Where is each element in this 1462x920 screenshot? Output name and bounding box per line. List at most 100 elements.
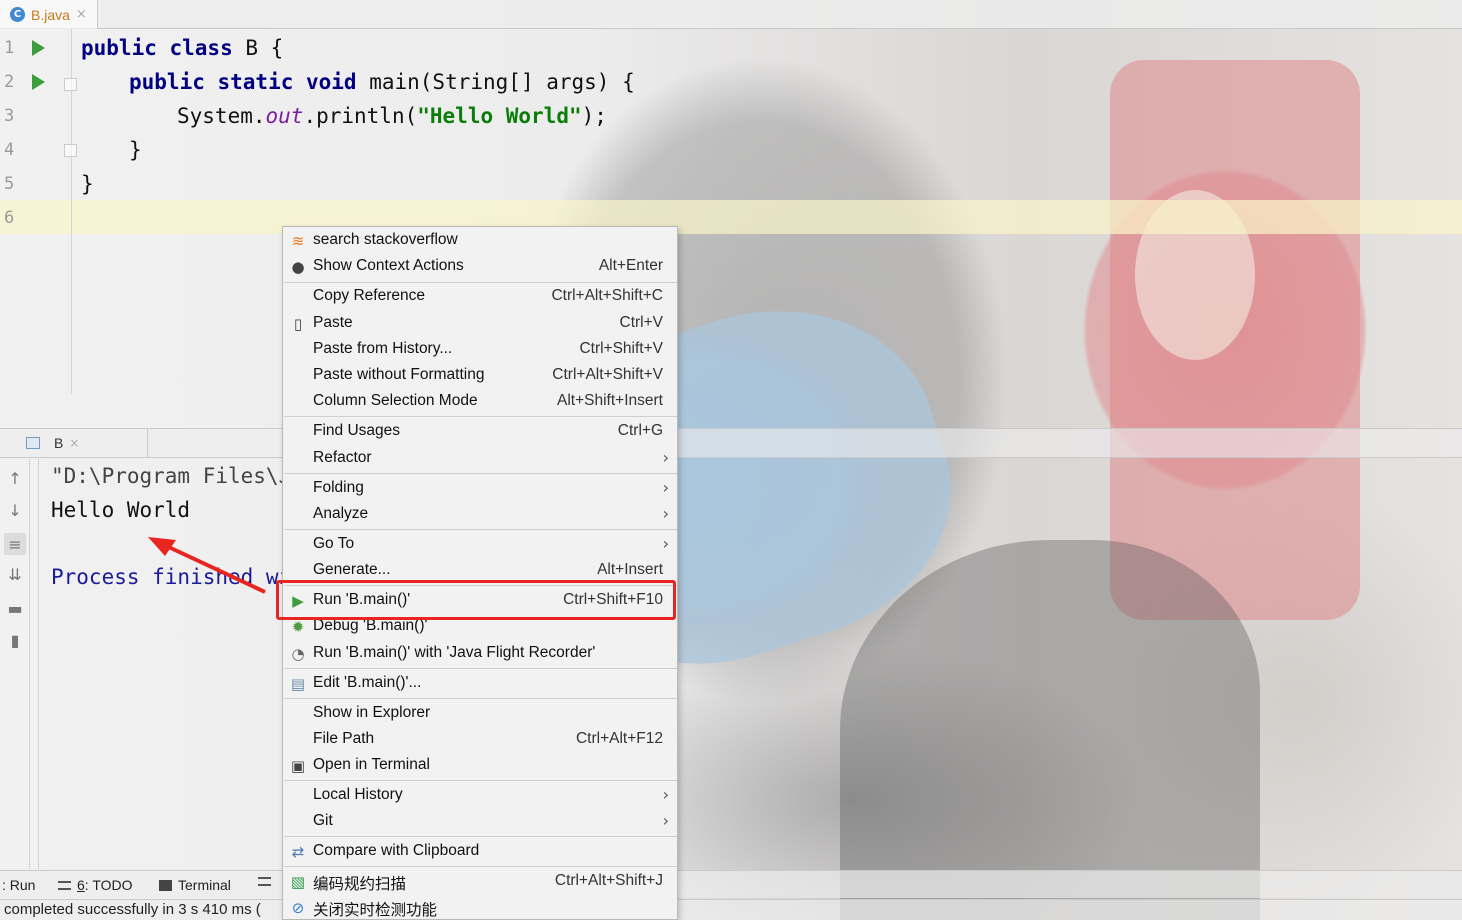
menu-separator [284,836,677,837]
status-bar: completed successfully in 3 s 410 ms ( [0,899,1462,920]
run-gutter-icon[interactable] [32,40,45,56]
menu-item-local-history[interactable]: Local History › [283,783,677,809]
bulb-icon: ● [291,258,305,276]
menu-item-code-scan[interactable]: ▧ 编码规约扫描 Ctrl+Alt+Shift+J [283,869,677,895]
terminal-icon [159,879,172,891]
todo-tool-label: : TODO [84,877,133,893]
soft-wrap-icon[interactable]: ≡ [4,533,26,555]
code-string: "Hello World" [417,104,582,128]
menu-item-search-stackoverflow[interactable]: ≋ search stackoverflow [283,228,677,254]
profiler-icon: ◔ [291,645,305,663]
line-number: 3 [4,106,15,126]
close-icon[interactable]: × [76,7,87,22]
code-line-3[interactable]: System.out.println("Hello World"); [177,104,607,128]
fold-icon[interactable] [64,144,77,157]
clipboard-icon: ▯ [293,315,303,333]
todo-tool-button[interactable]: 6: TODO [58,877,133,893]
line-number: 1 [4,38,15,58]
menu-item-label: Compare with Clipboard [313,842,480,859]
code-text: B { [232,36,284,60]
editor-tab-b-java[interactable]: C B.java × [0,0,98,29]
console-icon [26,437,40,449]
menu-item-label: Paste from History... [313,340,453,357]
print-icon[interactable]: ▬ [4,597,26,619]
scroll-to-end-icon[interactable]: ⇊ [4,563,26,585]
menu-item-analyze[interactable]: Analyze › [283,502,677,528]
code-line-5[interactable]: } [81,172,94,196]
compare-icon: ⇄ [291,843,305,861]
background-phone-shape [1110,60,1360,620]
menu-item-refactor[interactable]: Refactor › [283,446,677,472]
menu-item-run-with-flight-recorder[interactable]: ◔ Run 'B.main()' with 'Java Flight Recor… [283,641,677,667]
run-gutter-icon[interactable] [32,74,45,90]
menu-item-shortcut: Alt+Shift+Insert [557,392,663,409]
menu-item-label: Find Usages [313,422,401,439]
todo-tool-number: 6 [77,877,85,893]
code-keyword: public class [81,36,233,60]
menu-item-edit-config[interactable]: ▤ Edit 'B.main()'... [283,671,677,697]
bottom-tool-bar: : Run 6: TODO Terminal [0,870,1462,898]
editor-tab-bar: C B.java × [0,0,1462,29]
submenu-arrow-icon: › [662,448,669,467]
scroll-down-icon[interactable]: ↓ [4,499,26,521]
menu-item-open-in-terminal[interactable]: ▣ Open in Terminal [283,753,677,779]
menu-item-label: Open in Terminal [313,756,430,773]
menu-item-label: Run 'B.main()' with 'Java Flight Recorde… [313,644,596,661]
menu-item-label: Analyze [313,505,369,522]
menu-item-shortcut: Ctrl+Alt+Shift+V [552,366,663,383]
terminal-icon: ▣ [290,757,306,775]
menu-item-label: Refactor [313,449,372,466]
menu-item-shortcut: Alt+Insert [597,561,663,578]
run-tool-button[interactable]: : Run [2,877,35,893]
run-tab-b[interactable]: B × [20,429,148,457]
menu-item-label: Git [313,812,333,829]
more-tool-button[interactable] [258,877,277,886]
console-divider [38,459,39,869]
editor-tab-label: B.java [31,6,70,23]
submenu-arrow-icon: › [662,785,669,804]
menu-item-file-path[interactable]: File Path Ctrl+Alt+F12 [283,727,677,753]
scroll-up-icon[interactable]: ↑ [4,467,26,489]
java-class-icon: C [10,7,25,22]
menu-item-paste-from-history[interactable]: Paste from History... Ctrl+Shift+V [283,337,677,363]
annotation-highlight-box [276,580,676,620]
menu-item-copy-reference[interactable]: Copy Reference Ctrl+Alt+Shift+C [283,284,677,310]
menu-item-folding[interactable]: Folding › [283,476,677,502]
menu-item-label: Show in Explorer [313,704,431,721]
menu-item-label: Show Context Actions [313,257,464,274]
status-text: completed successfully in 3 s 410 ms ( [4,901,261,918]
menu-item-label: Local History [313,786,403,803]
code-line-1[interactable]: public class B { [81,36,283,60]
background-hair-shape [840,540,1260,920]
trash-icon[interactable]: ▮ [4,629,26,651]
menu-item-label: Folding [313,479,364,496]
run-tool-label: : Run [2,877,36,893]
menu-item-column-selection-mode[interactable]: Column Selection Mode Alt+Shift+Insert [283,389,677,415]
menu-item-shortcut: Ctrl+Alt+Shift+C [551,287,663,304]
menu-item-label: Edit 'B.main()'... [313,674,422,691]
menu-item-shortcut: Ctrl+V [619,314,664,331]
terminal-tool-button[interactable]: Terminal [159,877,231,893]
run-panel-header: B × [0,428,1462,458]
code-line-4[interactable]: } [129,138,142,162]
menu-separator [284,416,677,417]
close-icon[interactable]: × [69,436,79,450]
console-output-line: Hello World [51,498,191,522]
current-line-highlight [0,200,1462,234]
menu-item-disable-realtime-check[interactable]: ⊘ 关闭实时检测功能 [283,895,677,920]
fold-icon[interactable] [64,78,77,91]
menu-item-show-context-actions[interactable]: ● Show Context Actions Alt+Enter [283,254,677,280]
menu-item-git[interactable]: Git › [283,809,677,835]
menu-item-label: 编码规约扫描 [313,876,407,893]
menu-item-show-in-explorer[interactable]: Show in Explorer [283,701,677,727]
menu-item-compare-with-clipboard[interactable]: ⇄ Compare with Clipboard [283,839,677,865]
code-line-2[interactable]: public static void main(String[] args) { [129,70,635,94]
menu-item-go-to[interactable]: Go To › [283,532,677,558]
menu-item-paste[interactable]: ▯ Paste Ctrl+V [283,311,677,337]
menu-item-label: Copy Reference [313,287,426,304]
menu-item-find-usages[interactable]: Find Usages Ctrl+G [283,419,677,445]
menu-item-label: Column Selection Mode [313,392,478,409]
menu-item-label: search stackoverflow [313,231,458,248]
terminal-tool-label: Terminal [178,877,231,893]
menu-item-paste-without-formatting[interactable]: Paste without Formatting Ctrl+Alt+Shift+… [283,363,677,389]
